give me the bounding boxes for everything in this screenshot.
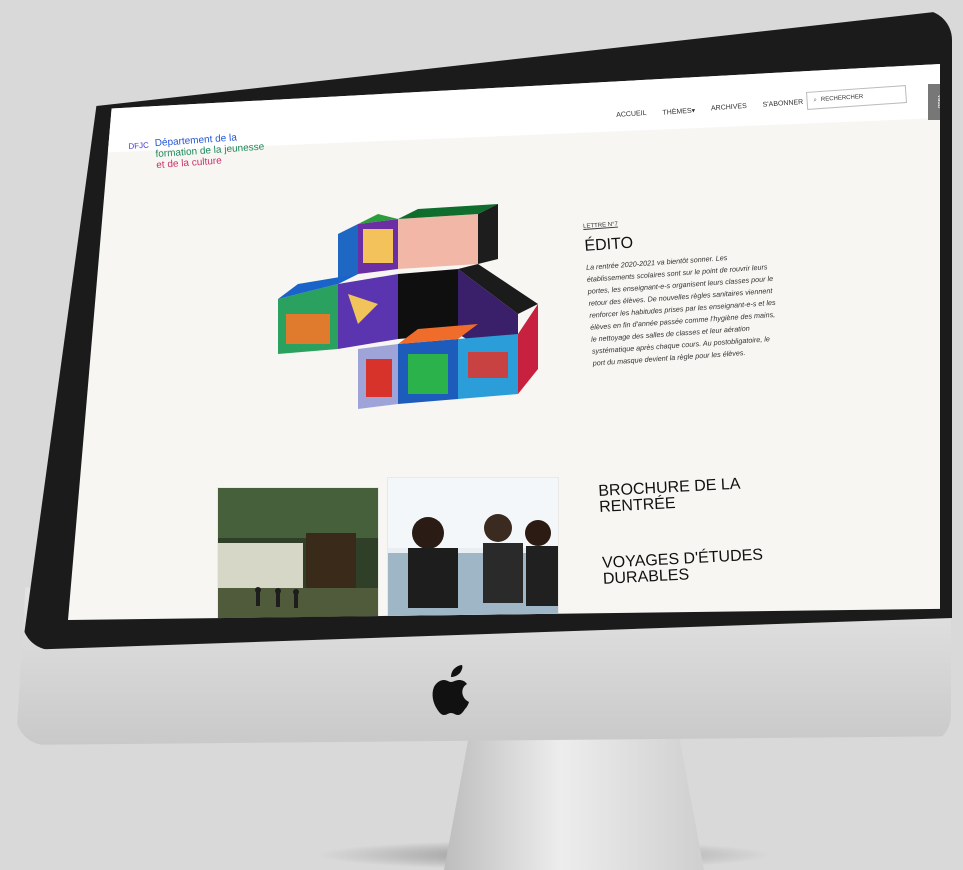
search-placeholder: RECHERCHER — [820, 94, 864, 103]
edito-body: La rentrée 2020-2021 va bientôt sonner. … — [585, 253, 776, 368]
imac-mockup: DFJC Département de la formation de la j… — [14, 10, 963, 870]
brand-name: Département de la formation de la jeunes… — [154, 131, 265, 171]
chevron-down-icon: ▾ — [691, 107, 696, 115]
schoolyard-photo[interactable] — [218, 488, 378, 618]
monitor-bezel: DFJC Département de la formation de la j… — [22, 10, 952, 650]
website: DFJC Département de la formation de la j… — [68, 64, 940, 620]
monitor-stand — [444, 730, 704, 870]
classroom-photo[interactable] — [388, 478, 558, 618]
vaud-logo: vaud — [928, 84, 940, 120]
feature-links: BROCHURE DE LA RENTRÉE VOYAGES D'ÉTUDES … — [598, 475, 785, 620]
apple-logo-icon — [432, 665, 469, 715]
photo-row — [218, 464, 578, 618]
screen: DFJC Département de la formation de la j… — [68, 64, 940, 620]
link-voyages[interactable]: VOYAGES D'ÉTUDES DURABLES — [602, 546, 783, 587]
link-brochure[interactable]: BROCHURE DE LA RENTRÉE — [598, 475, 779, 516]
search-icon: ⌕ — [813, 96, 818, 103]
edito-block: LETTRE N°7 ÉDITO La rentrée 2020-2021 va… — [583, 211, 783, 370]
hero-illustration — [278, 204, 538, 409]
brand-abbr: DFJC — [128, 140, 150, 151]
